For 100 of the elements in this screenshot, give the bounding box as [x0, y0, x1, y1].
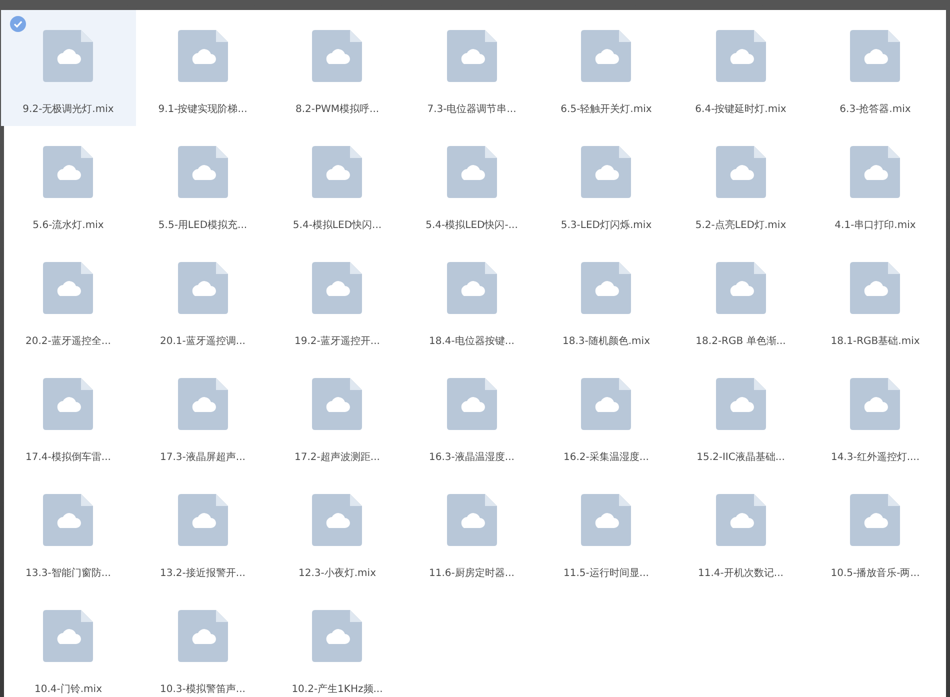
cloud-file-icon [850, 494, 900, 546]
file-name: 10.3-模拟警笛声... [160, 682, 246, 696]
file-tile[interactable]: 18.1-RGB基础.mix [808, 242, 942, 358]
file-tile[interactable]: 10.5-播放音乐-两... [808, 474, 942, 590]
file-tile[interactable]: 15.2-IIC液晶基础... [674, 358, 808, 474]
file-tile[interactable]: 11.5-运行时间显... [539, 474, 674, 590]
cloud-file-icon [716, 494, 766, 546]
cloud-file-icon [716, 146, 766, 198]
cloud-file-icon [178, 262, 228, 314]
file-name: 6.3-抢答器.mix [840, 103, 911, 116]
file-name: 17.3-液晶屏超声... [160, 450, 246, 464]
cloud-file-icon [312, 262, 362, 314]
file-tile[interactable]: 6.5-轻触开关灯.mix [539, 10, 674, 126]
file-name: 17.2-超声波测距... [294, 450, 380, 464]
file-name: 18.1-RGB基础.mix [830, 334, 920, 348]
file-tile[interactable]: 12.3-小夜灯.mix [270, 474, 404, 590]
file-tile[interactable]: 18.4-电位器按键... [404, 242, 539, 358]
cloud-file-icon [178, 378, 228, 430]
cloud-file-icon [581, 494, 632, 546]
cloud-file-icon [43, 262, 94, 314]
cloud-file-icon [581, 378, 632, 430]
file-tile[interactable]: 4.1-串口打印.mix [808, 126, 942, 242]
cloud-file-icon [850, 378, 900, 430]
file-tile[interactable]: 19.2-蓝牙遥控开... [270, 242, 404, 358]
cloud-file-icon [312, 494, 362, 546]
cloud-file-icon [312, 378, 362, 430]
cloud-file-icon [581, 146, 632, 198]
cloud-file-icon [43, 494, 94, 546]
cloud-file-icon [446, 262, 497, 314]
file-name: 20.2-蓝牙遥控全... [26, 334, 111, 348]
file-name: 10.4-门铃.mix [34, 682, 102, 696]
file-name: 5.4-模拟LED快闪-... [426, 218, 518, 232]
file-name: 10.2-产生1KHz频... [292, 682, 383, 696]
file-tile[interactable]: 9.1-按键实现阶梯... [136, 10, 270, 126]
cloud-file-icon [446, 494, 497, 546]
file-tile[interactable]: 18.2-RGB 单色渐... [674, 242, 808, 358]
file-tile[interactable]: 17.4-模拟倒车雷... [1, 358, 136, 474]
file-name: 5.4-模拟LED快闪... [292, 218, 382, 232]
cloud-file-icon [178, 610, 228, 662]
file-name: 11.5-运行时间显... [564, 566, 649, 580]
file-tile[interactable]: 11.6-厨房定时器... [404, 474, 539, 590]
cloud-file-icon [178, 146, 228, 198]
file-name: 10.5-播放音乐-两... [830, 566, 920, 580]
file-tile[interactable]: 10.3-模拟警笛声... [136, 590, 270, 697]
cloud-file-icon [312, 30, 362, 82]
file-tile[interactable]: 10.4-门铃.mix [1, 590, 136, 697]
file-tile[interactable]: 18.3-随机颜色.mix [539, 242, 674, 358]
file-tile[interactable]: 16.3-液晶温湿度... [404, 358, 539, 474]
cloud-file-icon [43, 378, 94, 430]
file-tile[interactable]: 8.2-PWM模拟呼... [270, 10, 404, 126]
check-icon [10, 16, 26, 32]
file-name: 6.4-按键延时灯.mix [695, 102, 786, 116]
file-tile[interactable]: 5.3-LED灯闪烁.mix [539, 126, 674, 242]
file-tile[interactable]: 14.3-红外遥控灯.... [808, 358, 942, 474]
file-name: 14.3-红外遥控灯.... [830, 450, 920, 464]
cloud-file-icon [716, 262, 766, 314]
cloud-file-icon [43, 146, 94, 198]
cloud-file-icon [581, 262, 632, 314]
file-tile[interactable]: 13.3-智能门窗防... [1, 474, 136, 590]
file-tile[interactable]: 5.6-流水灯.mix [1, 126, 136, 242]
file-tile[interactable]: 17.3-液晶屏超声... [136, 358, 270, 474]
cloud-file-icon [178, 30, 228, 82]
file-tile[interactable]: 13.2-接近报警开... [136, 474, 270, 590]
file-name: 9.1-按键实现阶梯... [158, 102, 248, 116]
file-name: 11.6-厨房定时器... [429, 566, 514, 580]
file-tile[interactable]: 6.3-抢答器.mix [808, 10, 942, 126]
file-tile[interactable]: 9.2-无极调光灯.mix [1, 10, 136, 126]
file-tile[interactable]: 7.3-电位器调节串... [404, 10, 539, 126]
file-tile[interactable]: 11.4-开机次数记... [674, 474, 808, 590]
cloud-file-icon [312, 610, 362, 662]
file-name: 15.2-IIC液晶基础... [696, 450, 785, 464]
file-name: 7.3-电位器调节串... [427, 102, 516, 116]
file-name: 5.2-点亮LED灯.mix [695, 218, 786, 232]
file-tile[interactable]: 5.4-模拟LED快闪-... [404, 126, 539, 242]
file-tile[interactable]: 5.2-点亮LED灯.mix [674, 126, 808, 242]
cloud-file-icon [716, 378, 766, 430]
file-tile[interactable]: 6.4-按键延时灯.mix [674, 10, 808, 126]
file-name: 5.6-流水灯.mix [32, 218, 104, 232]
cloud-file-icon [581, 30, 632, 82]
cloud-file-icon [446, 146, 497, 198]
file-tile[interactable]: 5.4-模拟LED快闪... [270, 126, 404, 242]
cloud-file-icon [850, 262, 900, 314]
file-name: 9.2-无极调光灯.mix [22, 102, 114, 116]
file-tile[interactable]: 16.2-采集温湿度... [539, 358, 674, 474]
file-name: 5.5-用LED模拟充... [158, 218, 248, 232]
file-name: 13.3-智能门窗防... [26, 566, 111, 580]
file-tile[interactable]: 10.2-产生1KHz频... [270, 590, 404, 697]
file-tile[interactable]: 17.2-超声波测距... [270, 358, 404, 474]
file-name: 18.2-RGB 单色渐... [696, 334, 786, 348]
file-tile[interactable]: 20.1-蓝牙遥控调... [136, 242, 270, 358]
file-name: 4.1-串口打印.mix [834, 218, 916, 232]
file-tile[interactable]: 5.5-用LED模拟充... [136, 126, 270, 242]
cloud-file-icon [446, 378, 497, 430]
cloud-file-icon [716, 30, 766, 82]
file-name: 18.3-随机颜色.mix [562, 334, 650, 348]
file-name: 12.3-小夜灯.mix [298, 566, 376, 580]
file-name: 11.4-开机次数记... [698, 566, 784, 580]
file-tile[interactable]: 20.2-蓝牙遥控全... [1, 242, 136, 358]
file-name: 16.2-采集温湿度... [564, 450, 649, 464]
file-name: 16.3-液晶温湿度... [429, 450, 514, 464]
